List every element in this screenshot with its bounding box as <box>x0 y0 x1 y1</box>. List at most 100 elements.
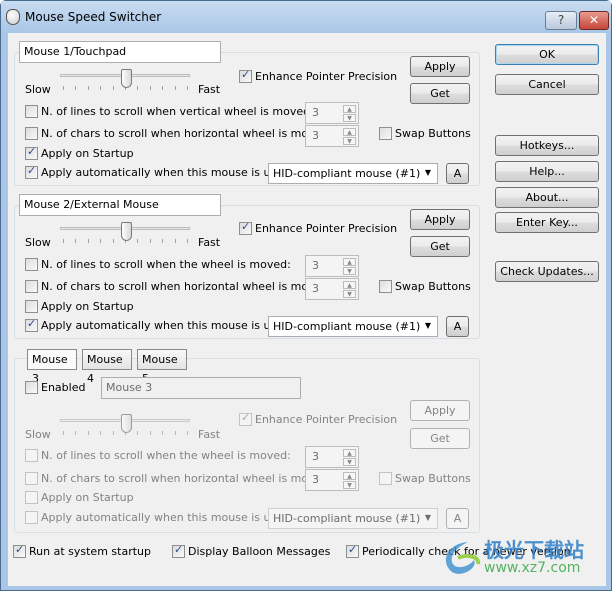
extra-apply-button[interactable]: Apply <box>410 400 470 421</box>
about-button[interactable]: About... <box>495 187 599 208</box>
mouse2-startup-checkbox[interactable]: Apply on Startup <box>25 300 134 313</box>
extra-enabled-checkbox[interactable]: Enabled <box>25 381 85 394</box>
slider-thumb[interactable] <box>121 414 132 433</box>
mouse2-lines-spinner[interactable]: 3 ▲ ▼ <box>305 255 359 277</box>
extra-lines-checkbox[interactable]: N. of lines to scroll when the wheel is … <box>25 449 291 462</box>
window-title: Mouse Speed Switcher <box>25 10 162 24</box>
watermark-logo-icon <box>445 542 481 574</box>
extra-enhance-checkbox[interactable]: Enhance Pointer Precision <box>239 411 397 426</box>
mouse2-lines-checkbox[interactable]: N. of lines to scroll when the wheel is … <box>25 258 291 271</box>
slider-tick <box>112 86 114 90</box>
extra-chars-checkbox[interactable]: N. of chars to scroll when horizontal wh… <box>25 472 332 485</box>
mouse2-chars-spinner[interactable]: 3 ▲ ▼ <box>305 278 359 300</box>
mouse1-lines-spinner[interactable]: 3 ▲ ▼ <box>305 102 359 124</box>
run-startup-checkbox[interactable]: Run at system startup <box>13 543 151 558</box>
check-version-checkbox[interactable]: Periodically check for a newer version <box>346 543 571 558</box>
extra-startup-checkbox[interactable]: Apply on Startup <box>25 491 134 504</box>
slider-tick <box>75 86 77 90</box>
spin-up-icon[interactable]: ▲ <box>343 128 356 136</box>
balloon-checkbox[interactable]: Display Balloon Messages <box>172 543 330 558</box>
mouse2-auto-checkbox[interactable]: Apply automatically when this mouse is u… <box>25 317 294 332</box>
spin-down-icon[interactable]: ▼ <box>343 114 356 122</box>
mouse2-swap-checkbox[interactable]: Swap Buttons <box>379 280 471 293</box>
checkbox-label: N. of chars to scroll when horizontal wh… <box>41 472 333 485</box>
checkbox-box <box>13 543 26 558</box>
slider-tick <box>174 86 176 90</box>
slider-tick <box>137 86 139 90</box>
spin-down-icon[interactable]: ▼ <box>343 267 356 275</box>
mouse2-a-button[interactable]: A <box>446 316 469 337</box>
mouse1-name-field[interactable]: Mouse 1/Touchpad <box>19 41 221 63</box>
slider-thumb[interactable] <box>121 69 132 88</box>
extra-a-button[interactable]: A <box>446 508 469 529</box>
cancel-button[interactable]: Cancel <box>495 74 599 95</box>
checkbox-label: Apply automatically when this mouse is u… <box>41 319 294 332</box>
checkbox-label: Swap Buttons <box>395 280 471 293</box>
title-bar: Mouse Speed Switcher ? ✕ <box>1 1 611 33</box>
slider-tick <box>149 239 151 243</box>
mouse1-enhance-checkbox[interactable]: Enhance Pointer Precision <box>239 68 397 83</box>
slider-tick <box>112 431 114 435</box>
extra-name-field[interactable]: Mouse 3 <box>101 377 301 399</box>
mouse1-auto-checkbox[interactable]: Apply automatically when this mouse is u… <box>25 164 294 179</box>
mouse2-name-field[interactable]: Mouse 2/External Mouse <box>19 194 221 216</box>
spin-up-icon[interactable]: ▲ <box>343 281 356 289</box>
enter-key-button[interactable]: Enter Key... <box>495 212 599 233</box>
slider-tick <box>174 239 176 243</box>
spin-down-icon[interactable]: ▼ <box>343 137 356 145</box>
extra-speed-slider[interactable] <box>60 414 190 438</box>
spin-up-icon[interactable]: ▲ <box>343 105 356 113</box>
hotkeys-button[interactable]: Hotkeys... <box>495 135 599 156</box>
select-value: HID-compliant mouse (#1) <box>273 512 421 525</box>
checkbox-label: Enabled <box>41 381 86 394</box>
spin-down-icon[interactable]: ▼ <box>343 481 356 489</box>
mouse1-device-select[interactable]: HID-compliant mouse (#1) ▼ <box>268 163 438 184</box>
mouse1-lines-checkbox[interactable]: N. of lines to scroll when vertical whee… <box>25 105 314 118</box>
mouse1-get-button[interactable]: Get <box>410 83 470 104</box>
extra-get-button[interactable]: Get <box>410 428 470 449</box>
slider-tick <box>87 431 89 435</box>
mouse2-speed-slider[interactable] <box>60 222 190 246</box>
mouse2-enhance-checkbox[interactable]: Enhance Pointer Precision <box>239 220 397 235</box>
mouse1-chars-checkbox[interactable]: N. of chars to scroll when horizontal wh… <box>25 127 332 140</box>
ok-button[interactable]: OK <box>495 44 599 65</box>
mouse1-a-button[interactable]: A <box>446 163 469 184</box>
mouse1-speed-slider[interactable] <box>60 69 190 93</box>
extra-swap-checkbox[interactable]: Swap Buttons <box>379 472 471 485</box>
mouse1-chars-spinner[interactable]: 3 ▲ ▼ <box>305 125 359 147</box>
spinner-value: 3 <box>312 259 319 272</box>
mouse2-device-select[interactable]: HID-compliant mouse (#1) ▼ <box>268 316 438 337</box>
extra-lines-spinner[interactable]: 3 ▲ ▼ <box>305 446 359 468</box>
spin-up-icon[interactable]: ▲ <box>343 472 356 480</box>
spin-down-icon[interactable]: ▼ <box>343 290 356 298</box>
checkbox-label: N. of chars to scroll when horizontal wh… <box>41 280 333 293</box>
close-button[interactable]: ✕ <box>579 11 609 30</box>
help-button[interactable]: Help... <box>495 161 599 182</box>
extra-chars-spinner[interactable]: 3 ▲ ▼ <box>305 469 359 491</box>
mouse2-get-button[interactable]: Get <box>410 236 470 257</box>
tab-mouse-4[interactable]: Mouse 4 <box>82 349 132 385</box>
tab-mouse-3[interactable]: Mouse 3 <box>27 349 77 385</box>
slider-thumb[interactable] <box>121 222 132 241</box>
mouse2-apply-button[interactable]: Apply <box>410 209 470 230</box>
spin-up-icon[interactable]: ▲ <box>343 258 356 266</box>
extra-device-select[interactable]: HID-compliant mouse (#1) ▼ <box>268 508 438 529</box>
spin-up-icon[interactable]: ▲ <box>343 449 356 457</box>
slider-tick <box>149 431 151 435</box>
help-title-button[interactable]: ? <box>545 11 577 30</box>
slider-tick <box>63 86 64 90</box>
spin-down-icon[interactable]: ▼ <box>343 458 356 466</box>
mouse1-swap-checkbox[interactable]: Swap Buttons <box>379 127 471 140</box>
mouse1-apply-button[interactable]: Apply <box>410 56 470 77</box>
checkbox-box <box>379 472 392 485</box>
mouse1-startup-checkbox[interactable]: Apply on Startup <box>25 145 134 160</box>
mouse2-fast-label: Fast <box>198 236 221 249</box>
dropdown-arrow-icon: ▼ <box>424 513 431 522</box>
slider-tick <box>187 86 188 90</box>
tab-mouse-5[interactable]: Mouse 5 <box>137 349 187 385</box>
dialog-client: Mouse 1/Touchpad Slow Fast Enhance Point… <box>8 33 606 586</box>
mouse2-chars-checkbox[interactable]: N. of chars to scroll when horizontal wh… <box>25 280 332 293</box>
check-updates-button[interactable]: Check Updates... <box>495 261 599 282</box>
extra-auto-checkbox[interactable]: Apply automatically when this mouse is u… <box>25 511 294 524</box>
mouse1-slow-label: Slow <box>25 83 51 96</box>
